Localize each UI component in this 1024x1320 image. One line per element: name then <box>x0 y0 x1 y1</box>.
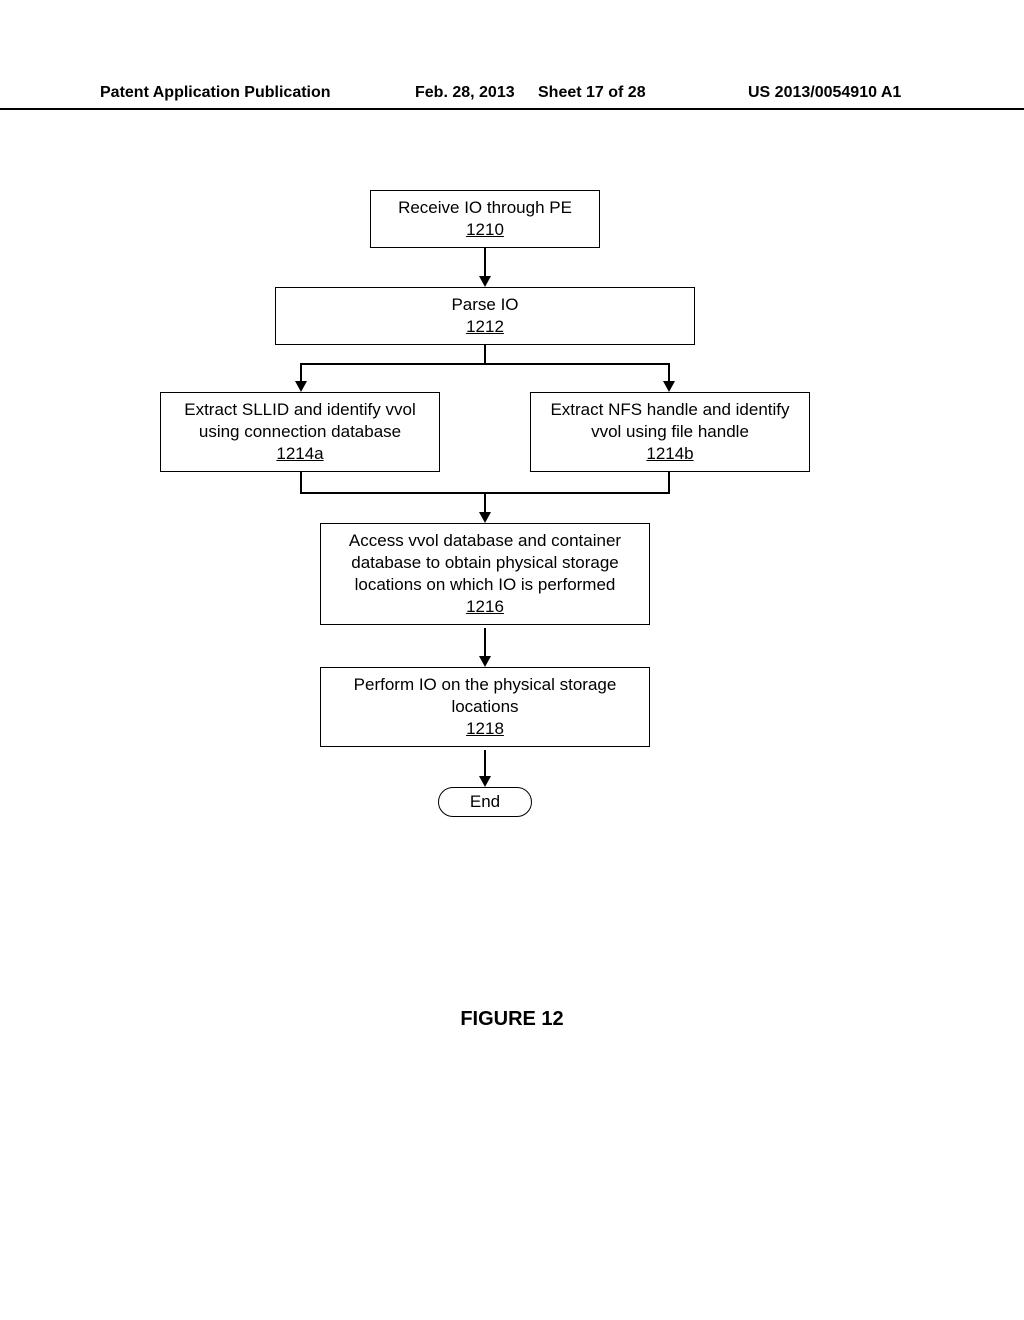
arrowhead-icon <box>479 512 491 523</box>
arrowhead-icon <box>479 656 491 667</box>
step-text: Receive IO through PE <box>398 198 572 217</box>
step-extract-sllid: Extract SLLID and identify vvol using co… <box>160 392 440 472</box>
arrowhead-icon <box>295 381 307 392</box>
connector <box>668 363 670 383</box>
step-parse-io: Parse IO 1212 <box>275 287 695 345</box>
connector <box>668 472 670 492</box>
step-text: Access vvol database and container datab… <box>349 531 621 594</box>
step-text: Perform IO on the physical storage locat… <box>354 675 617 716</box>
connector <box>484 345 486 363</box>
connector <box>484 492 486 514</box>
connector <box>300 363 302 383</box>
step-ref: 1216 <box>466 597 504 616</box>
sheet-number: Sheet 17 of 28 <box>538 84 646 102</box>
connector <box>300 363 670 365</box>
step-ref: 1212 <box>466 317 504 336</box>
step-access-vvol-db: Access vvol database and container datab… <box>320 523 650 625</box>
step-ref: 1214b <box>646 444 693 463</box>
figure-label: FIGURE 12 <box>0 1008 1024 1031</box>
end-terminator: End <box>438 787 532 817</box>
arrow <box>484 628 486 658</box>
publication-label: Patent Application Publication <box>100 84 331 102</box>
publication-date: Feb. 28, 2013 <box>415 84 515 102</box>
arrow <box>484 750 486 778</box>
step-ref: 1218 <box>466 719 504 738</box>
step-text: Extract SLLID and identify vvol using co… <box>184 400 416 441</box>
step-ref: 1210 <box>466 220 504 239</box>
arrowhead-icon <box>479 776 491 787</box>
step-text: Extract NFS handle and identify vvol usi… <box>550 400 789 441</box>
step-ref: 1214a <box>276 444 323 463</box>
step-perform-io: Perform IO on the physical storage locat… <box>320 667 650 747</box>
arrowhead-icon <box>479 276 491 287</box>
step-extract-nfs: Extract NFS handle and identify vvol usi… <box>530 392 810 472</box>
connector <box>300 472 302 492</box>
arrowhead-icon <box>663 381 675 392</box>
patent-number: US 2013/0054910 A1 <box>748 84 901 102</box>
step-receive-io: Receive IO through PE 1210 <box>370 190 600 248</box>
step-text: Parse IO <box>451 295 518 314</box>
end-label: End <box>470 792 500 811</box>
arrow <box>484 248 486 278</box>
